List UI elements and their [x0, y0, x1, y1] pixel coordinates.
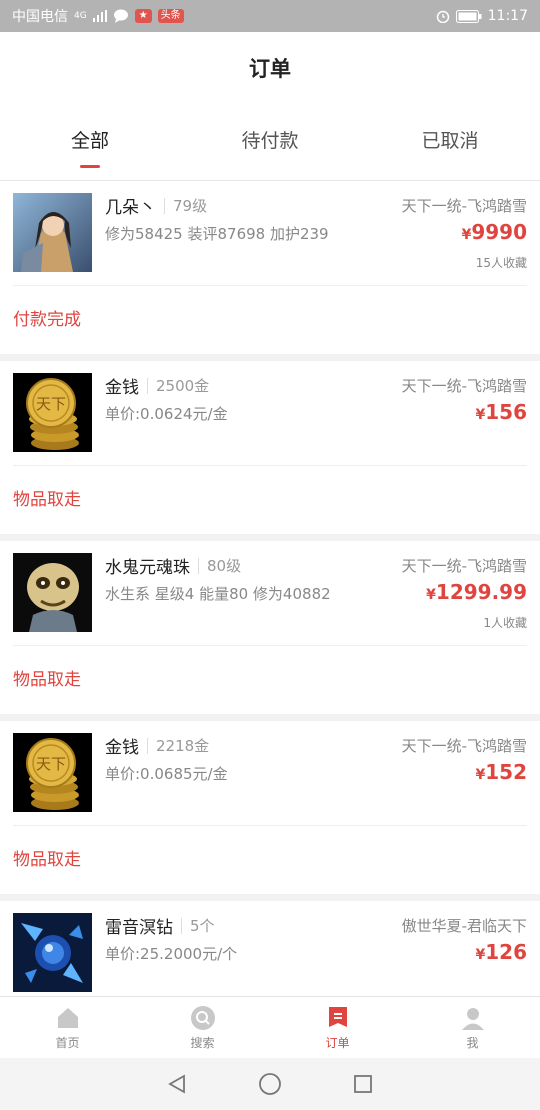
item-description: 水生系 星级4 能量80 修为40882	[105, 585, 331, 603]
favorites-count: 15人收藏	[475, 256, 527, 270]
nav-orders[interactable]: 订单	[270, 997, 405, 1059]
price-value: 9990	[471, 220, 527, 244]
server-name: 天下一统-飞鸿踏雪	[401, 737, 527, 755]
item-price: ¥156	[476, 400, 528, 424]
gold-coins-icon: 天下	[13, 733, 92, 812]
item-price: ¥152	[476, 760, 528, 784]
recents-icon[interactable]	[352, 1073, 374, 1095]
order-card[interactable]: 几朵丶 79级 修为58425 装评87698 加护239 天下一统-飞鸿踏雪 …	[0, 181, 540, 354]
item-level: 79级	[164, 197, 207, 214]
item-name: 金钱	[105, 378, 139, 398]
page-title: 订单	[249, 57, 291, 81]
back-icon[interactable]	[166, 1073, 188, 1095]
order-status: 物品取走	[13, 490, 81, 510]
item-name: 雷音溟钻	[105, 918, 173, 938]
signal-icon	[92, 10, 107, 22]
nav-orders-label: 订单	[325, 1036, 350, 1050]
warrior-portrait-icon	[13, 193, 92, 272]
order-item[interactable]: 天下 金钱 2218金 单价:0.0685元/金 天下一统-飞鸿踏雪 ¥152	[13, 721, 527, 826]
server-name: 天下一统-飞鸿踏雪	[401, 557, 527, 575]
order-status: 物品取走	[13, 850, 81, 870]
item-description: 单价:25.2000元/个	[105, 945, 238, 963]
order-item[interactable]: 天下 金钱 2500金 单价:0.0624元/金 天下一统-飞鸿踏雪 ¥156	[13, 361, 527, 466]
currency-symbol: ¥	[475, 767, 486, 783]
nav-search[interactable]: 搜索	[135, 997, 270, 1059]
gold-coins-icon: 天下	[13, 373, 92, 452]
nav-me[interactable]: 我	[405, 997, 540, 1059]
home-circle-icon[interactable]	[258, 1072, 282, 1096]
tab-cancelled[interactable]: 已取消	[360, 110, 540, 180]
user-icon	[461, 1008, 484, 1030]
order-card[interactable]: 天下 金钱 2218金 单价:0.0685元/金 天下一统-飞鸿踏雪 ¥152 …	[0, 721, 540, 894]
item-quantity: 2500金	[147, 377, 209, 394]
item-quantity: 5个	[181, 917, 215, 934]
tab-all[interactable]: 全部	[0, 110, 180, 180]
nav-home[interactable]: 首页	[0, 997, 135, 1059]
server-name: 天下一统-飞鸿踏雪	[401, 377, 527, 395]
nav-me-label: 我	[466, 1036, 479, 1050]
item-description: 单价:0.0624元/金	[105, 405, 228, 423]
order-card[interactable]: 雷音溟钻 5个 单价:25.2000元/个 傲世华夏-君临天下 ¥126	[0, 901, 540, 1006]
currency-symbol: ¥	[475, 407, 486, 423]
nav-search-label: 搜索	[190, 1036, 215, 1050]
home-icon	[57, 1008, 78, 1028]
chat-bubble-icon	[113, 9, 128, 23]
order-item[interactable]: 雷音溟钻 5个 单价:25.2000元/个 傲世华夏-君临天下 ¥126	[13, 901, 527, 1006]
item-description: 单价:0.0685元/金	[105, 765, 228, 783]
price-value: 156	[485, 400, 527, 424]
item-name: 水鬼元魂珠	[105, 558, 190, 578]
battery-icon	[455, 9, 482, 23]
item-price: ¥126	[476, 940, 528, 964]
currency-symbol: ¥	[426, 587, 436, 603]
item-level: 80级	[198, 557, 241, 574]
favorites-count: 1人收藏	[483, 616, 527, 630]
item-price: ¥9990	[462, 220, 527, 244]
app-badge-icon: ★	[134, 9, 152, 23]
order-tabs: 全部 待付款 已取消	[0, 110, 540, 181]
svg-text:天下: 天下	[36, 395, 66, 413]
clock-time: 11:17	[487, 8, 528, 24]
order-item[interactable]: 几朵丶 79级 修为58425 装评87698 加护239 天下一统-飞鸿踏雪 …	[13, 181, 527, 286]
order-icon	[328, 1007, 347, 1027]
price-value: 126	[485, 940, 527, 964]
status-bar: 中国电信 4G ★ 头条 11:17	[0, 0, 540, 32]
system-nav-bar	[0, 1058, 540, 1110]
item-quantity: 2218金	[147, 737, 209, 754]
alarm-icon	[436, 10, 449, 23]
nav-home-label: 首页	[55, 1036, 80, 1050]
carrier-label: 中国电信	[12, 9, 68, 25]
server-name: 天下一统-飞鸿踏雪	[401, 197, 527, 215]
network-label: 4G	[74, 11, 87, 21]
server-name: 傲世华夏-君临天下	[401, 917, 527, 935]
app-header: 订单	[0, 32, 540, 110]
order-card[interactable]: 天下 金钱 2500金 单价:0.0624元/金 天下一统-飞鸿踏雪 ¥156 …	[0, 361, 540, 534]
item-description: 修为58425 装评87698 加护239	[105, 225, 329, 243]
order-status: 付款完成	[13, 310, 81, 330]
water-ghost-icon	[13, 553, 92, 632]
price-value: 152	[485, 760, 527, 784]
bottom-nav: 首页 搜索 订单 我	[0, 996, 540, 1059]
order-card[interactable]: 水鬼元魂珠 80级 水生系 星级4 能量80 修为40882 天下一统-飞鸿踏雪…	[0, 541, 540, 714]
item-name: 金钱	[105, 738, 139, 758]
svg-text:天下: 天下	[36, 755, 66, 773]
blue-gem-icon	[13, 913, 92, 992]
order-status: 物品取走	[13, 670, 81, 690]
search-icon	[190, 1006, 215, 1030]
currency-symbol: ¥	[475, 947, 486, 963]
tab-pending-payment[interactable]: 待付款	[180, 110, 360, 180]
order-list: 几朵丶 79级 修为58425 装评87698 加护239 天下一统-飞鸿踏雪 …	[0, 181, 540, 1013]
toutiao-badge: 头条	[157, 9, 184, 23]
order-item[interactable]: 水鬼元魂珠 80级 水生系 星级4 能量80 修为40882 天下一统-飞鸿踏雪…	[13, 541, 527, 646]
item-price: ¥1299.99	[426, 580, 527, 604]
price-value: 1299.99	[435, 580, 527, 604]
currency-symbol: ¥	[461, 227, 472, 243]
item-name: 几朵丶	[105, 198, 156, 218]
